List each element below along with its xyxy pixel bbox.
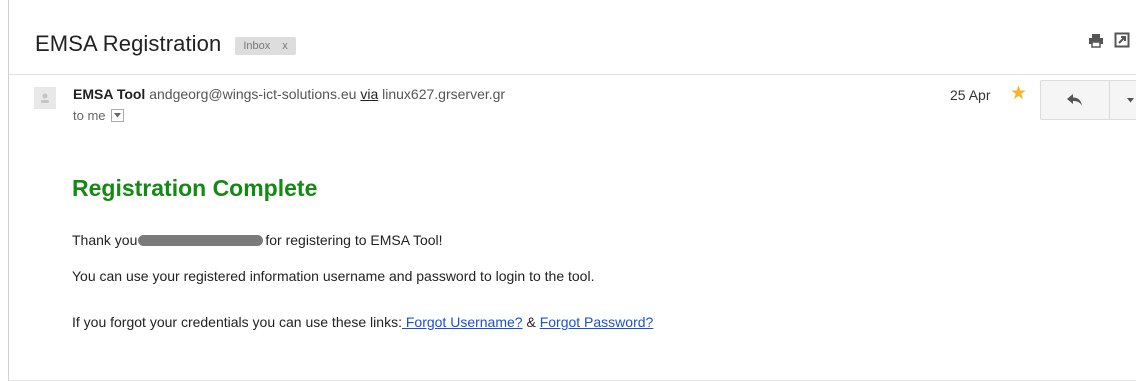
chevron-down-icon — [1126, 97, 1134, 102]
remove-label-button[interactable]: x — [282, 40, 288, 52]
recipient-text: to me — [73, 108, 106, 123]
sender-line: EMSA Tool andgeorg@wings-ict-solutions.e… — [73, 86, 505, 102]
star-icon[interactable]: ★ — [1010, 84, 1027, 103]
header-divider — [9, 74, 1136, 75]
reply-button[interactable] — [1040, 80, 1110, 120]
amp: & — [522, 314, 540, 330]
thanks-prefix: Thank you — [72, 232, 138, 248]
email-date: 25 Apr — [950, 87, 991, 103]
sender-name[interactable]: EMSA Tool — [73, 86, 145, 102]
inbox-label-text: Inbox — [243, 39, 271, 52]
avatar-icon — [41, 93, 49, 103]
subject-row: EMSA Registration Inbox x — [35, 29, 296, 59]
recipient-line: to me — [73, 108, 124, 123]
redacted-name — [138, 234, 264, 246]
forgot-username-link[interactable]: Forgot Username? — [402, 314, 523, 330]
via-host: linux627.grserver.gr — [382, 86, 506, 102]
info-paragraph: You can use your registered information … — [72, 268, 595, 284]
more-actions-button[interactable] — [1110, 80, 1136, 120]
thanks-suffix: for registering to EMSA Tool! — [265, 232, 443, 248]
left-border — [8, 0, 9, 381]
forgot-password-link[interactable]: Forgot Password? — [540, 314, 654, 330]
reply-icon — [1067, 94, 1082, 106]
body-heading: Registration Complete — [72, 175, 318, 201]
new-window-icon[interactable] — [1114, 32, 1130, 48]
reply-group — [1040, 80, 1136, 120]
thanks-paragraph: Thank you for registering to EMSA Tool! — [72, 232, 443, 248]
inbox-label[interactable]: Inbox x — [235, 36, 296, 55]
email-subject: EMSA Registration — [35, 31, 222, 56]
sender-avatar[interactable] — [34, 87, 56, 109]
forgot-paragraph: If you forgot your credentials you can u… — [72, 314, 653, 330]
recipient-details-dropdown[interactable] — [110, 109, 124, 122]
chevron-down-icon — [113, 113, 121, 118]
print-icon[interactable] — [1088, 32, 1104, 48]
top-actions — [1088, 32, 1130, 48]
sender-email: andgeorg@wings-ict-solutions.eu — [149, 86, 357, 102]
forgot-prefix: If you forgot your credentials you can u… — [72, 314, 402, 330]
via-link[interactable]: via — [360, 86, 378, 102]
